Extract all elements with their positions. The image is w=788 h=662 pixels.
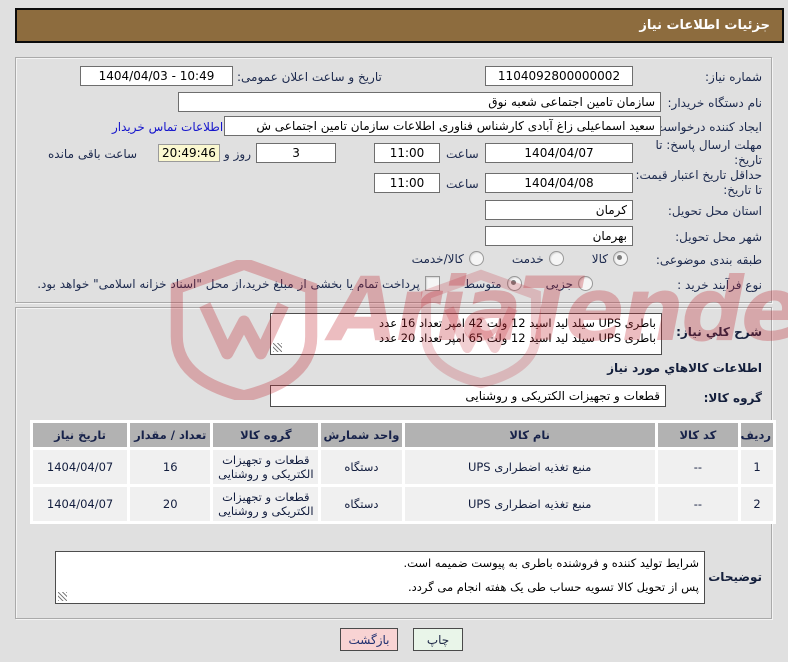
cell-group: قطعات و تجهیزات الکتریکی و روشنایی	[213, 487, 319, 521]
col-header-need-date: تاریخ نیاز	[33, 423, 128, 447]
reply-deadline-time-input[interactable]: 11:00	[374, 143, 440, 163]
treasury-payment-checkbox[interactable]	[424, 276, 440, 291]
cell-unit: دستگاه	[321, 450, 402, 484]
goods-table: ردیف کد کالا نام کالا واحد شمارش گروه کا…	[30, 420, 776, 524]
days-remaining-box: 3	[256, 143, 336, 163]
reply-deadline-label: مهلت ارسال پاسخ: تا تاریخ:	[655, 138, 762, 167]
radio-jozii[interactable]	[578, 276, 593, 291]
province-label: استان محل تحویل:	[667, 204, 762, 218]
need-number-input[interactable]: 1104092800000002	[485, 66, 633, 86]
page-title: جزئیات اطلاعات نیاز	[15, 8, 784, 43]
col-header-unit: واحد شمارش	[321, 423, 402, 447]
need-description-textarea[interactable]: باطری UPS سیلد لید اسید 12 ولت 42 امپر ت…	[270, 313, 662, 355]
need-description-label: شرح کلي نیاز:	[676, 325, 762, 339]
classification-option-khedmat: خدمت	[512, 251, 564, 266]
price-validity-date-input[interactable]: 1404/04/08	[485, 173, 633, 193]
process-type-options: جزیی متوسط پرداخت تمام یا بخشی از مبلغ خ…	[37, 276, 593, 291]
cell-group: قطعات و تجهیزات الکتریکی و روشنایی	[213, 450, 319, 484]
cell-row-no: 1	[740, 450, 773, 484]
buyer-notes-line: پس از تحویل کالا تسویه حساب طی یک هفته ا…	[408, 580, 699, 594]
price-validity-label: حداقل تاریخ اعتبار قیمت: تا تاریخ:	[635, 168, 762, 197]
classification-options: کالا خدمت کالا/خدمت	[412, 251, 628, 266]
classification-option-kala: کالا	[592, 251, 628, 266]
creator-input[interactable]: سعید اسماعیلی زاغ آبادی کارشناس فناوری ا…	[224, 116, 661, 136]
cell-row-no: 2	[740, 487, 773, 521]
print-button[interactable]: چاپ	[413, 628, 463, 651]
creator-label: ایجاد کننده درخواست:	[651, 120, 762, 134]
goods-section-header: اطلاعات کالاهاي مورد نیاز	[607, 361, 762, 375]
need-description-line: باطری UPS سیلد لید اسید 12 ولت 42 امپر ت…	[379, 316, 656, 330]
resize-grip-icon[interactable]	[273, 343, 282, 352]
city-label: شهر محل تحویل:	[675, 230, 762, 244]
hours-remaining-label: ساعت باقی مانده	[48, 147, 138, 161]
buyer-org-label: نام دستگاه خریدار:	[667, 96, 763, 110]
treasury-payment-option: پرداخت تمام یا بخشی از مبلغ خرید،از محل …	[37, 276, 440, 291]
process-type-label: نوع فرآیند خرید :	[677, 278, 762, 292]
city-input[interactable]: بهرمان	[485, 226, 633, 246]
goods-group-input[interactable]: قطعات و تجهیزات الکتریکی و روشنایی	[270, 385, 666, 407]
classification-label: طبقه بندی موضوعی:	[655, 253, 762, 267]
announce-datetime-input[interactable]: 1404/04/03 - 10:49	[80, 66, 233, 86]
col-header-group: گروه کالا	[213, 423, 319, 447]
classification-option-kala-khedmat: کالا/خدمت	[412, 251, 484, 266]
col-header-quantity: تعداد / مقدار	[130, 423, 211, 447]
col-header-item-name: نام کالا	[404, 423, 655, 447]
need-description-line: باطری UPS سیلد لید اسید 12 ولت 65 امپر ت…	[379, 331, 656, 345]
need-number-label: شماره نیاز:	[705, 70, 762, 84]
price-validity-hour-label: ساعت	[446, 177, 479, 191]
goods-group-label: گروه کالا:	[703, 391, 762, 405]
buyer-notes-textarea[interactable]: شرایط تولید کننده و فروشنده باطری به پیو…	[55, 551, 705, 604]
resize-grip-icon[interactable]	[58, 592, 67, 601]
radio-khedmat[interactable]	[548, 251, 564, 266]
reply-deadline-hour-label: ساعت	[446, 147, 479, 161]
radio-kala[interactable]	[613, 251, 628, 266]
province-input[interactable]: کرمان	[485, 200, 633, 220]
back-button[interactable]: بازگشت	[340, 628, 398, 651]
cell-item-name: منبع تغذیه اضطراری UPS	[404, 487, 655, 521]
price-validity-time-input[interactable]: 11:00	[374, 173, 440, 193]
table-row: 1 -- منبع تغذیه اضطراری UPS دستگاه قطعات…	[33, 450, 773, 484]
need-details-page: جزئیات اطلاعات نیاز شماره نیاز: 11040928…	[0, 0, 788, 662]
reply-deadline-date-input[interactable]: 1404/04/07	[485, 143, 633, 163]
table-row: 2 -- منبع تغذیه اضطراری UPS دستگاه قطعات…	[33, 487, 773, 521]
cell-need-date: 1404/04/07	[33, 487, 128, 521]
buyer-org-input[interactable]: سازمان تامین اجتماعی شعبه نوق	[178, 92, 661, 112]
process-option-jozii: جزیی	[546, 276, 593, 291]
col-header-item-code: کد کالا	[657, 423, 738, 447]
process-option-motevasset: متوسط	[464, 276, 522, 291]
cell-item-name: منبع تغذیه اضطراری UPS	[404, 450, 655, 484]
cell-quantity: 20	[130, 487, 211, 521]
announce-datetime-label: تاریخ و ساعت اعلان عمومی:	[237, 70, 382, 84]
countdown-box: 20:49:46	[158, 144, 220, 162]
radio-kala-khedmat[interactable]	[468, 251, 484, 266]
cell-item-code: --	[657, 450, 738, 484]
cell-item-code: --	[657, 487, 738, 521]
buyer-notes-line: شرایط تولید کننده و فروشنده باطری به پیو…	[403, 556, 699, 570]
cell-quantity: 16	[130, 450, 211, 484]
cell-need-date: 1404/04/07	[33, 450, 128, 484]
buyer-contact-link[interactable]: اطلاعات تماس خریدار	[112, 120, 223, 134]
cell-unit: دستگاه	[321, 487, 402, 521]
radio-motevasset[interactable]	[506, 276, 522, 291]
goods-table-header-row: ردیف کد کالا نام کالا واحد شمارش گروه کا…	[33, 423, 773, 447]
col-header-row-no: ردیف	[740, 423, 773, 447]
days-remaining-label: روز و	[224, 147, 251, 161]
